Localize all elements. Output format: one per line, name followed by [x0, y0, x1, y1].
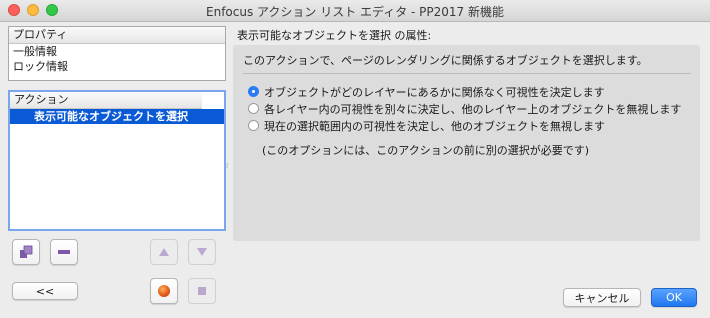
- cancel-button[interactable]: キャンセル: [563, 288, 641, 307]
- remove-action-button[interactable]: [50, 239, 78, 265]
- option-label-current-selection[interactable]: 現在の選択範囲内の可視性を決定し、他のオブジェクトを無視します: [264, 118, 605, 134]
- move-down-icon: [197, 248, 207, 256]
- title-bar[interactable]: Enfocus アクション リスト エディタ - PP2017 新機能: [0, 0, 710, 22]
- stop-icon: [198, 287, 206, 295]
- remove-action-icon: [58, 250, 70, 254]
- properties-header: プロパティ: [9, 27, 225, 44]
- move-up-icon: [159, 248, 169, 256]
- collapse-label: <<: [35, 284, 55, 298]
- panel-splitter-handle[interactable]: ⁞: [226, 162, 230, 170]
- option-note: (このオプションには、このアクションの前に別の選択が必要です): [262, 144, 590, 157]
- window-title: Enfocus アクション リスト エディタ - PP2017 新機能: [206, 5, 504, 19]
- record-button[interactable]: [150, 278, 178, 304]
- cancel-label: キャンセル: [574, 291, 630, 305]
- action-description: このアクションで、ページのレンダリングに関係するオブジェクトを選択します。: [243, 54, 648, 67]
- actions-header: アクション: [10, 92, 202, 109]
- option-label-all-layers[interactable]: オブジェクトがどのレイヤーにあるかに関係なく可視性を決定します: [264, 84, 605, 100]
- move-down-button[interactable]: [188, 239, 216, 265]
- action-item-select-visible[interactable]: 表示可能なオブジェクトを選択: [10, 109, 224, 124]
- ok-button[interactable]: OK: [651, 288, 697, 307]
- add-action-button[interactable]: [12, 239, 40, 265]
- collapse-button[interactable]: <<: [12, 282, 78, 300]
- ok-label: OK: [666, 291, 682, 304]
- properties-panel: プロパティ 一般情報 ロック情報: [8, 26, 226, 81]
- option-radio-all-layers[interactable]: [248, 86, 259, 97]
- properties-item-lock[interactable]: ロック情報: [9, 59, 225, 74]
- option-radio-current-selection[interactable]: [248, 120, 259, 131]
- move-up-button[interactable]: [150, 239, 178, 265]
- option-label-each-layer[interactable]: 各レイヤー内の可視性を別々に決定し、他のレイヤー上のオブジェクトを無視します: [264, 101, 681, 117]
- properties-item-general[interactable]: 一般情報: [9, 44, 225, 59]
- record-icon: [158, 285, 170, 297]
- stop-button[interactable]: [188, 278, 216, 304]
- attributes-heading: 表示可能なオブジェクトを選択 の属性:: [237, 29, 432, 42]
- actions-panel: アクション 表示可能なオブジェクトを選択: [8, 90, 226, 231]
- add-action-icon: [20, 245, 33, 258]
- attributes-divider: [243, 73, 691, 74]
- option-radio-each-layer[interactable]: [248, 103, 259, 114]
- action-list-editor-window: Enfocus アクション リスト エディタ - PP2017 新機能 プロパテ…: [0, 0, 710, 318]
